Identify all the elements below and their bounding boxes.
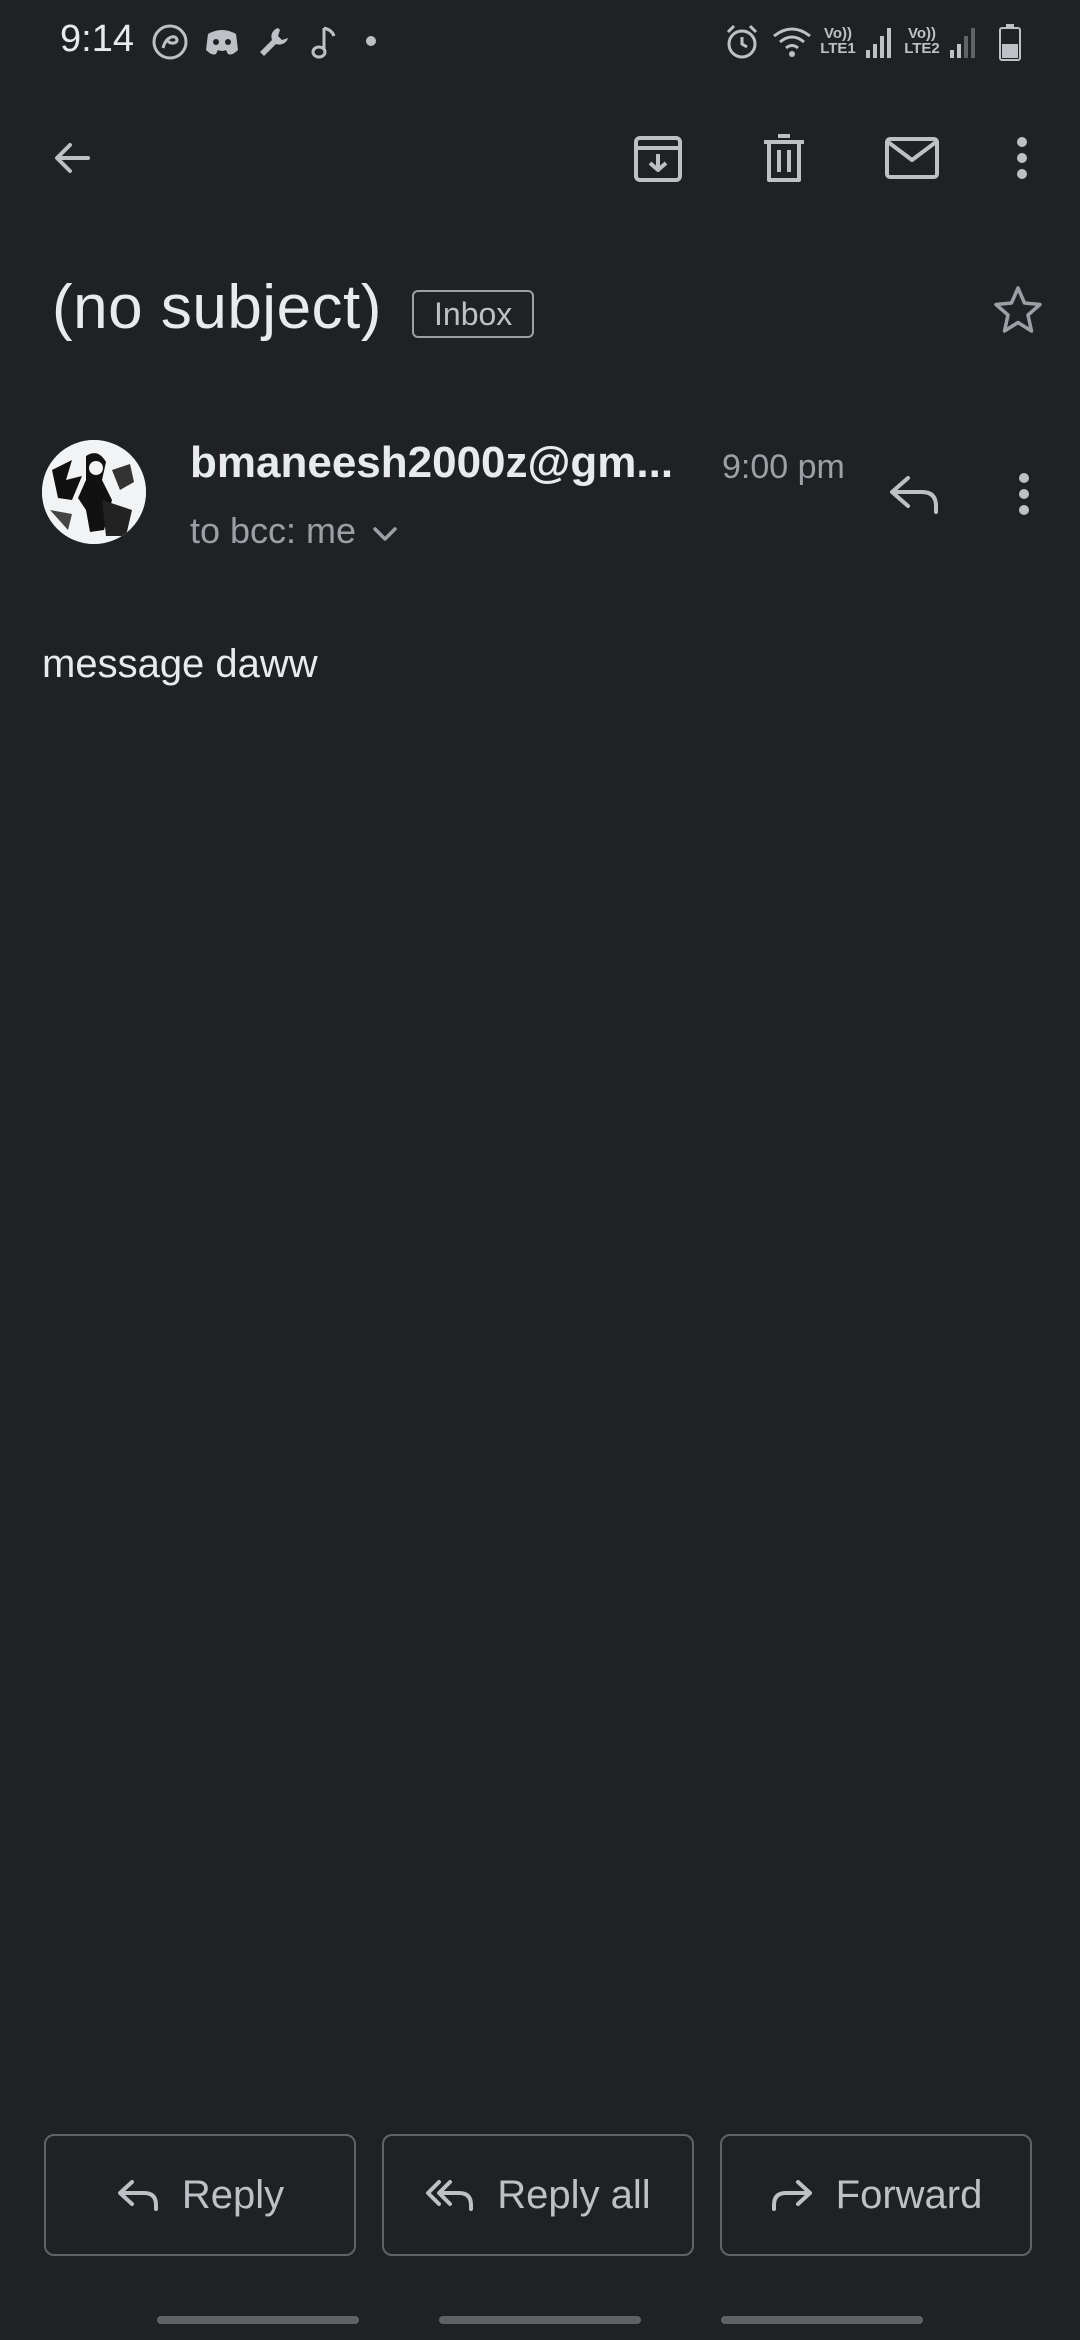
status-time: 9:14 <box>60 18 134 60</box>
mark-unread-icon <box>885 137 939 179</box>
back-button[interactable] <box>24 110 120 206</box>
sender-avatar[interactable] <box>42 440 146 544</box>
recipients-text: to bcc: me <box>190 510 357 551</box>
back-arrow-icon <box>55 143 90 173</box>
signal-lte1-icon <box>864 22 894 67</box>
overflow-menu-icon <box>1019 473 1029 515</box>
nav-gesture-pill <box>721 2316 923 2324</box>
forward-icon <box>771 2180 812 2211</box>
message-time: 9:00 pm <box>722 448 845 486</box>
wifi-icon <box>770 22 814 67</box>
reply-label: Reply <box>181 2172 285 2217</box>
reply-icon <box>117 2180 158 2211</box>
nav-gesture-pill <box>157 2316 359 2324</box>
reply-all-icon <box>426 2180 474 2211</box>
recipient-details-toggle[interactable]: to bcc: me <box>190 510 398 552</box>
signal-lte2-icon <box>948 22 978 67</box>
notification-dot <box>366 36 376 46</box>
overflow-menu-button[interactable] <box>974 110 1070 206</box>
quick-reply-button[interactable] <box>866 446 962 542</box>
delete-icon <box>764 134 804 182</box>
inbox-label-chip[interactable]: Inbox <box>412 290 535 338</box>
email-screen: 9:14 Vo)) LTE1 Vo)) LTE2 (no subject) In… <box>0 0 1080 2340</box>
archive-icon <box>634 136 682 182</box>
star-button[interactable] <box>970 262 1066 358</box>
status-bar: 9:14 Vo)) LTE1 Vo)) LTE2 <box>0 0 1080 84</box>
reply-icon <box>890 476 938 514</box>
forward-button[interactable]: Forward <box>720 2134 1032 2256</box>
email-subject: (no subject) <box>52 273 382 342</box>
reply-button[interactable]: Reply <box>44 2134 356 2256</box>
nav-gesture-pill <box>439 2316 641 2324</box>
battery-icon <box>998 22 1022 67</box>
reply-all-button[interactable]: Reply all <box>382 2134 694 2256</box>
overflow-menu-icon <box>1017 137 1027 179</box>
wrench-icon <box>254 22 294 67</box>
airtel-icon <box>150 22 190 67</box>
sim2-label: Vo)) LTE2 <box>904 25 940 57</box>
message-body: message daww <box>42 642 318 686</box>
forward-label: Forward <box>835 2172 983 2217</box>
chevron-down-icon <box>373 527 397 541</box>
delete-button[interactable] <box>736 110 832 206</box>
sim1-label: Vo)) LTE1 <box>820 25 856 57</box>
discord-icon <box>202 22 242 67</box>
message-more-button[interactable] <box>976 446 1072 542</box>
archive-button[interactable] <box>610 110 706 206</box>
alarm-icon <box>722 22 762 67</box>
reply-all-label: Reply all <box>497 2172 651 2217</box>
star-icon <box>994 286 1042 333</box>
music-note-icon <box>306 22 346 67</box>
app-bar <box>0 110 1080 206</box>
mark-unread-button[interactable] <box>864 110 960 206</box>
sender-address: bmaneesh2000z@gm... <box>190 438 674 487</box>
